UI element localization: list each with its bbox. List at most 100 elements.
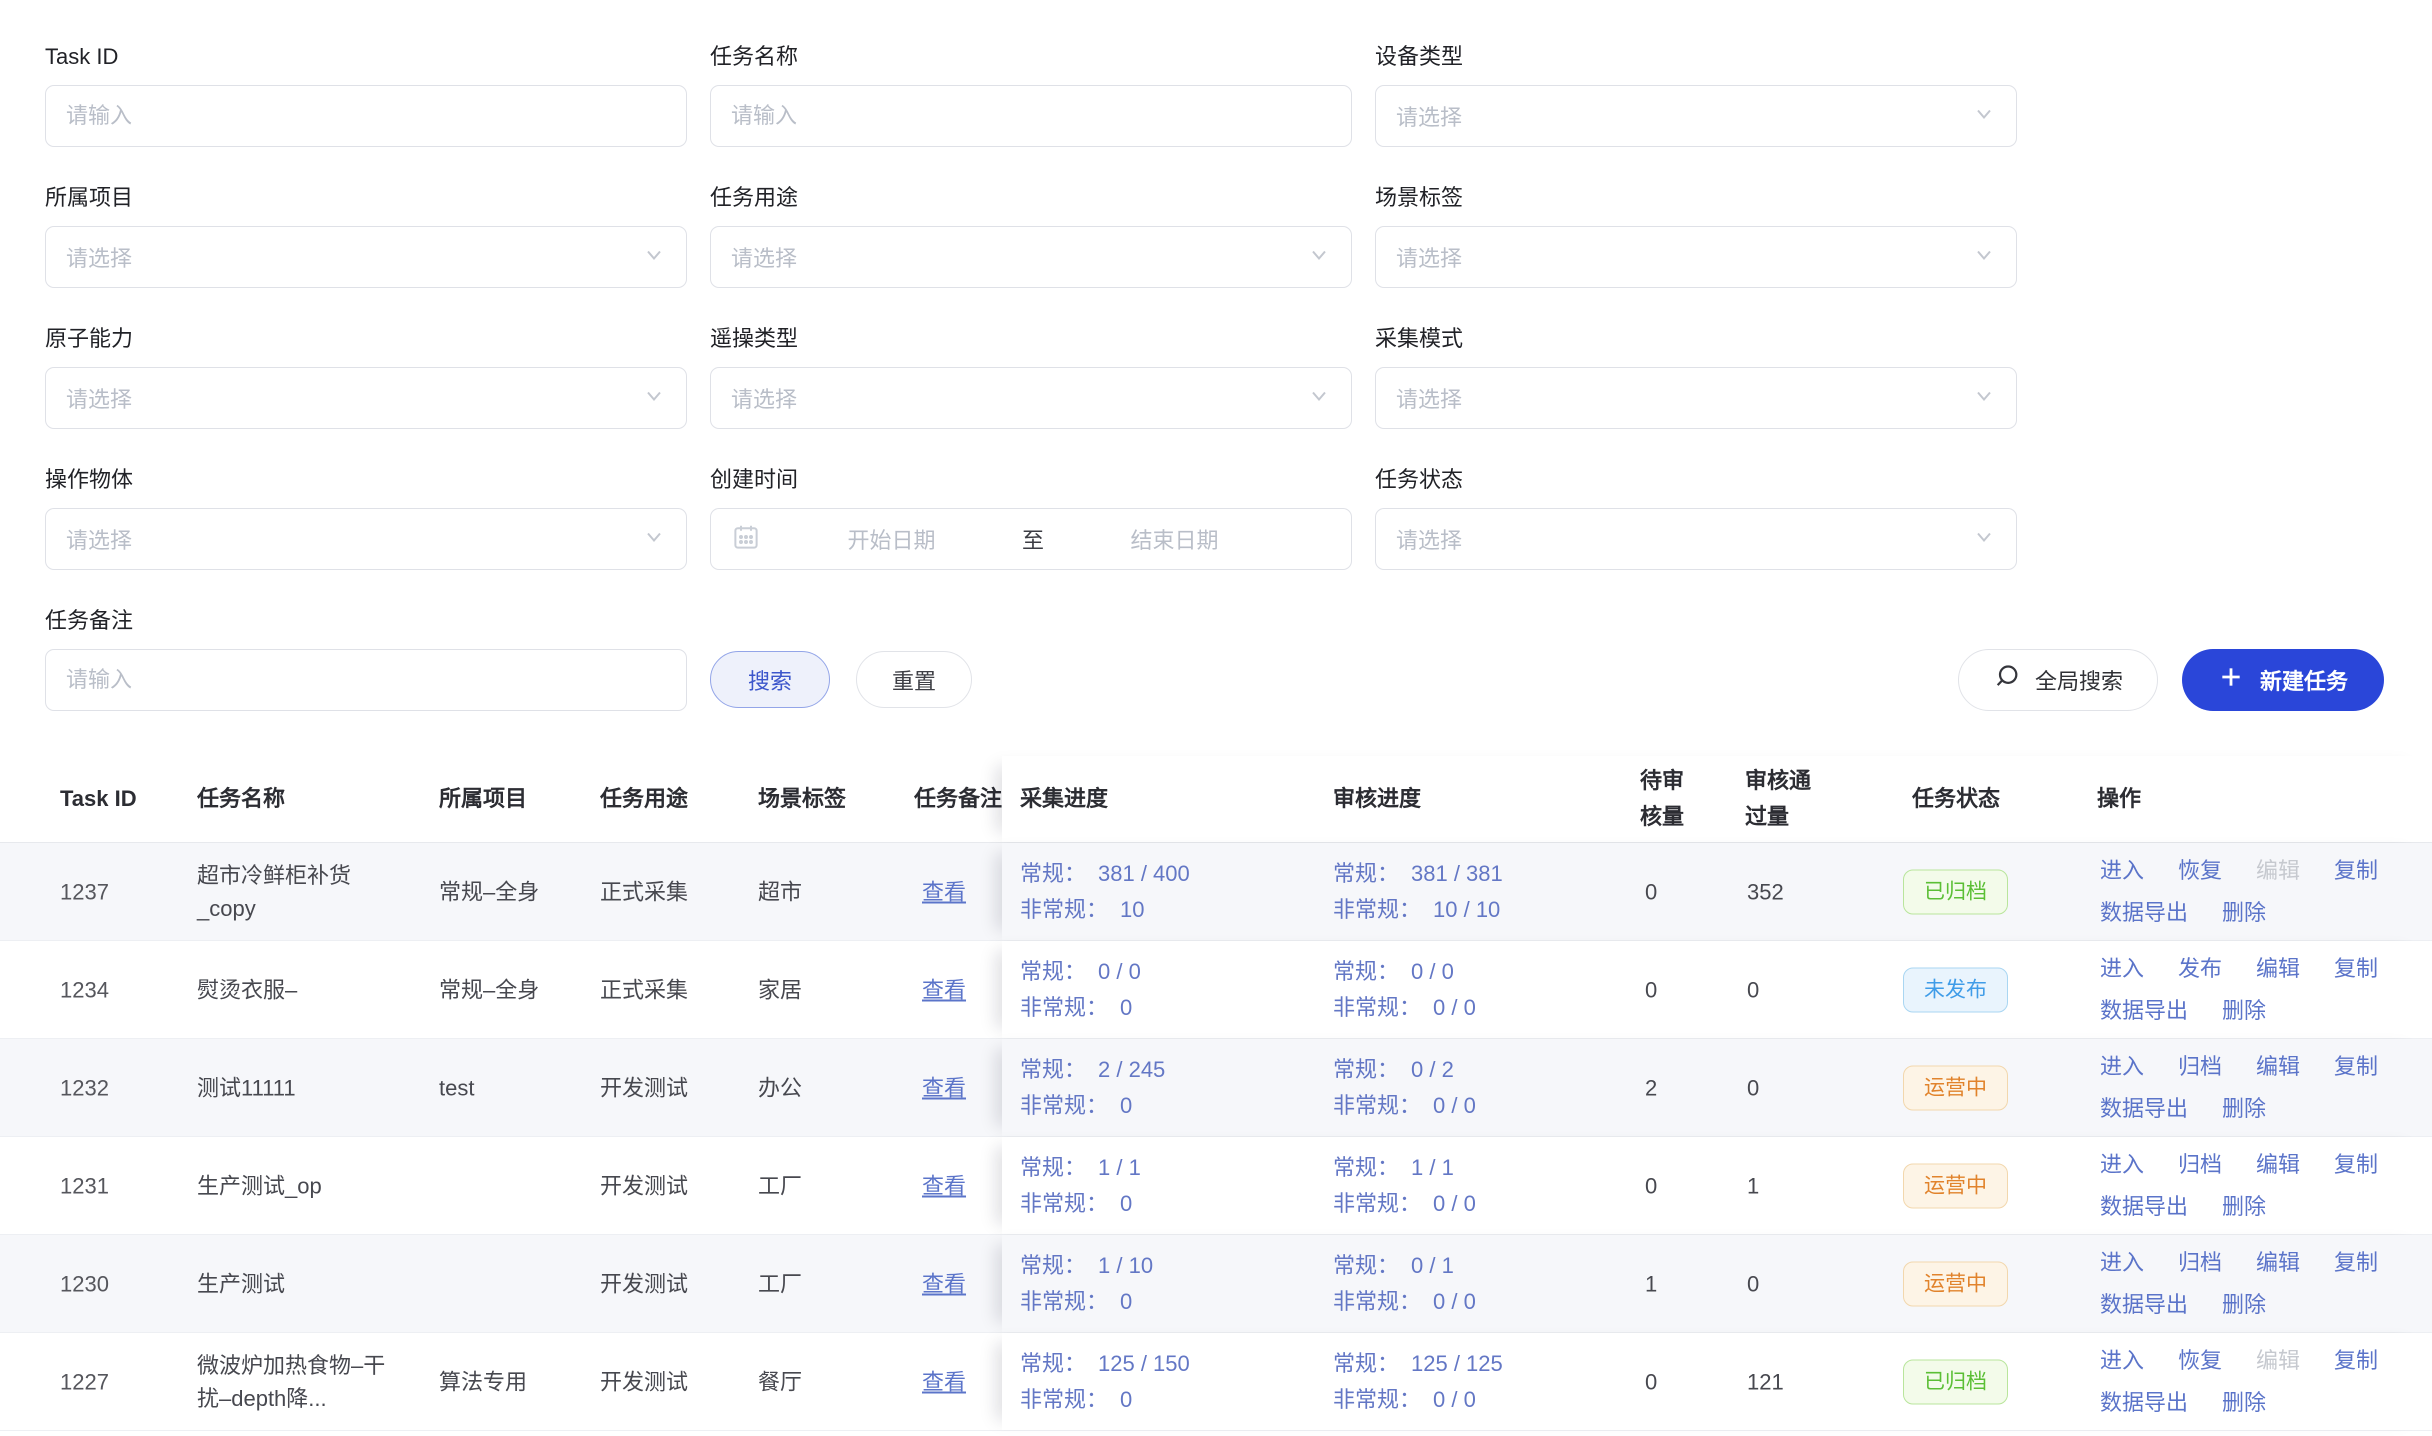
- collect-mode-placeholder: 请选择: [1376, 382, 1462, 414]
- regular-value: 1 / 1: [1098, 1150, 1141, 1186]
- cell-scene: 超市: [758, 875, 802, 908]
- table-row: 1232 测试11111 test 开发测试 办公 查看 常规：2 / 245 …: [0, 1039, 2432, 1137]
- action-enter[interactable]: 进入: [2100, 1244, 2144, 1282]
- action-copy[interactable]: 复制: [2334, 950, 2378, 988]
- action-enter[interactable]: 进入: [2100, 1146, 2144, 1184]
- action-edit[interactable]: 编辑: [2256, 1342, 2300, 1380]
- action-restore[interactable]: 恢复: [2178, 1342, 2222, 1380]
- search-button[interactable]: 搜索: [710, 651, 830, 708]
- field-teleop-type: 遥操类型 请选择: [710, 324, 1352, 429]
- irregular-value: 0 / 0: [1433, 1088, 1476, 1124]
- action-export[interactable]: 数据导出: [2100, 1384, 2188, 1422]
- action-publish[interactable]: 发布: [2178, 950, 2222, 988]
- col-task-id: Task ID: [60, 781, 137, 817]
- action-delete[interactable]: 删除: [2222, 1188, 2266, 1226]
- regular-value: 0 / 1: [1411, 1248, 1454, 1284]
- action-copy[interactable]: 复制: [2334, 852, 2378, 890]
- create-task-button[interactable]: 新建任务: [2182, 649, 2384, 711]
- cell-task-id: 1234: [60, 973, 109, 1006]
- cell-review-progress: 常规：0 / 1 非常规：0 / 0: [1333, 1248, 1476, 1320]
- note-view-link[interactable]: 查看: [922, 1071, 966, 1104]
- purpose-select[interactable]: 请选择: [710, 226, 1352, 288]
- action-delete[interactable]: 删除: [2222, 1286, 2266, 1324]
- cell-review-progress: 常规：381 / 381 非常规：10 / 10: [1333, 856, 1503, 928]
- action-copy[interactable]: 复制: [2334, 1244, 2378, 1282]
- cell-project: 常规–全身: [439, 875, 554, 908]
- fixed-header-panel: 采集进度 审核进度 待审核量 审核通过量 任务状态 操作: [1002, 756, 2432, 842]
- task-status-select[interactable]: 请选择: [1375, 508, 2017, 570]
- cell-task-name: 生产测试_op: [197, 1169, 402, 1202]
- atomic-ability-select[interactable]: 请选择: [45, 367, 687, 429]
- cell-collect-progress: 常规：2 / 245 非常规：0: [1020, 1052, 1165, 1124]
- action-restore[interactable]: 恢复: [2178, 852, 2222, 890]
- start-date-placeholder[interactable]: 开始日期: [761, 523, 1022, 555]
- irregular-value: 0 / 0: [1433, 1382, 1476, 1418]
- action-export[interactable]: 数据导出: [2100, 1286, 2188, 1324]
- global-search-button[interactable]: 全局搜索: [1958, 649, 2158, 711]
- regular-label: 常规：: [1020, 856, 1086, 892]
- action-delete[interactable]: 删除: [2222, 894, 2266, 932]
- irregular-value: 10: [1120, 892, 1144, 928]
- note-view-link[interactable]: 查看: [922, 1267, 966, 1300]
- action-edit[interactable]: 编辑: [2256, 950, 2300, 988]
- action-copy[interactable]: 复制: [2334, 1146, 2378, 1184]
- action-export[interactable]: 数据导出: [2100, 1090, 2188, 1128]
- action-enter[interactable]: 进入: [2100, 950, 2144, 988]
- device-type-select[interactable]: 请选择: [1375, 85, 2017, 147]
- cell-pending-count: 1: [1645, 1267, 1657, 1300]
- action-edit[interactable]: 编辑: [2256, 1048, 2300, 1086]
- action-enter[interactable]: 进入: [2100, 852, 2144, 890]
- action-copy[interactable]: 复制: [2334, 1342, 2378, 1380]
- row-actions: 进入 发布 编辑 复制 数据导出 删除: [2100, 950, 2412, 1030]
- action-export[interactable]: 数据导出: [2100, 894, 2188, 932]
- create-time-range-picker[interactable]: 开始日期 至 结束日期: [710, 508, 1352, 570]
- operate-object-select[interactable]: 请选择: [45, 508, 687, 570]
- cell-status: 运营中: [1903, 1163, 2008, 1208]
- scene-tag-select[interactable]: 请选择: [1375, 226, 2017, 288]
- note-view-link[interactable]: 查看: [922, 875, 966, 908]
- task-note-input[interactable]: [46, 667, 686, 693]
- irregular-value: 0: [1120, 1382, 1132, 1418]
- action-enter[interactable]: 进入: [2100, 1048, 2144, 1086]
- cell-review-progress: 常规：0 / 2 非常规：0 / 0: [1333, 1052, 1476, 1124]
- action-edit[interactable]: 编辑: [2256, 852, 2300, 890]
- action-edit[interactable]: 编辑: [2256, 1146, 2300, 1184]
- note-view-link[interactable]: 查看: [922, 973, 966, 1006]
- chevron-down-icon: [1972, 102, 1996, 131]
- end-date-placeholder[interactable]: 结束日期: [1044, 523, 1305, 555]
- action-archive[interactable]: 归档: [2178, 1048, 2222, 1086]
- cell-purpose: 开发测试: [600, 1267, 688, 1300]
- row-actions: 进入 恢复 编辑 复制 数据导出 删除: [2100, 852, 2412, 932]
- action-archive[interactable]: 归档: [2178, 1244, 2222, 1282]
- field-purpose: 任务用途 请选择: [710, 183, 1352, 288]
- chevron-down-icon: [642, 243, 666, 272]
- col-ops: 操作: [2097, 781, 2141, 817]
- reset-button[interactable]: 重置: [856, 651, 972, 708]
- action-enter[interactable]: 进入: [2100, 1342, 2144, 1380]
- teleop-type-select[interactable]: 请选择: [710, 367, 1352, 429]
- action-archive[interactable]: 归档: [2178, 1146, 2222, 1184]
- note-view-link[interactable]: 查看: [922, 1169, 966, 1202]
- action-delete[interactable]: 删除: [2222, 1384, 2266, 1422]
- action-copy[interactable]: 复制: [2334, 1048, 2378, 1086]
- action-delete[interactable]: 删除: [2222, 1090, 2266, 1128]
- task-name-input[interactable]: [711, 103, 1351, 129]
- action-delete[interactable]: 删除: [2222, 992, 2266, 1030]
- fixed-columns-panel: 常规：2 / 245 非常规：0 常规：0 / 2 非常规：0 / 0 2 0 …: [1002, 1039, 2432, 1136]
- action-export[interactable]: 数据导出: [2100, 1188, 2188, 1226]
- cell-pending-count: 0: [1645, 1365, 1657, 1398]
- task-name-label: 任务名称: [710, 42, 1352, 72]
- cell-scene: 餐厅: [758, 1365, 802, 1398]
- action-edit[interactable]: 编辑: [2256, 1244, 2300, 1282]
- note-view-link[interactable]: 查看: [922, 1365, 966, 1398]
- field-scene-tag: 场景标签 请选择: [1375, 183, 2017, 288]
- irregular-label: 非常规：: [1333, 1088, 1421, 1124]
- task-name-input-wrap: [710, 85, 1352, 147]
- collect-mode-select[interactable]: 请选择: [1375, 367, 2017, 429]
- cell-task-id: 1232: [60, 1071, 109, 1104]
- task-id-input[interactable]: [46, 103, 686, 129]
- row-actions: 进入 恢复 编辑 复制 数据导出 删除: [2100, 1342, 2412, 1422]
- cell-purpose: 开发测试: [600, 1169, 688, 1202]
- project-select[interactable]: 请选择: [45, 226, 687, 288]
- action-export[interactable]: 数据导出: [2100, 992, 2188, 1030]
